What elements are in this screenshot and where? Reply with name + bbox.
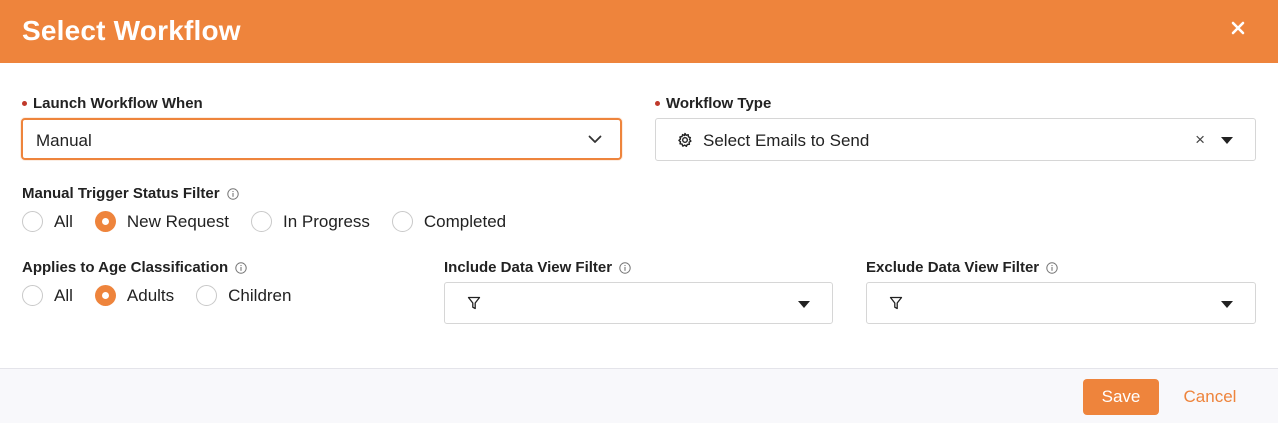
close-button[interactable]: [1226, 16, 1250, 40]
workflow-type-label-text: Workflow Type: [666, 95, 772, 112]
clear-selection-button[interactable]: ×: [1195, 130, 1205, 150]
radio-button[interactable]: [94, 211, 116, 232]
info-icon: [619, 261, 631, 274]
workflow-type-value: Select Emails to Send: [703, 131, 870, 150]
close-icon: [1231, 21, 1245, 35]
radio-label: Adults: [126, 285, 175, 305]
radio-button[interactable]: [22, 285, 43, 306]
age-radio-children[interactable]: Children: [196, 285, 291, 306]
radio-button[interactable]: [22, 211, 43, 232]
dialog-footer: Save Cancel: [0, 368, 1278, 423]
caret-down-icon[interactable]: [1221, 137, 1233, 144]
dialog-title: Select Workflow: [22, 15, 241, 46]
chevron-down-icon: [588, 135, 602, 143]
workflow-type-label: Workflow Type: [655, 95, 771, 112]
launch-label: Launch Workflow When: [22, 95, 203, 112]
include-filter-label-text: Include Data View Filter: [444, 259, 613, 276]
info-icon: [1046, 261, 1058, 274]
exclude-filter-select[interactable]: [866, 282, 1256, 324]
radio-button[interactable]: [250, 211, 272, 232]
filter-icon: [467, 296, 481, 310]
info-icon: [235, 261, 247, 274]
age-classification-label: Applies to Age Classification: [22, 259, 247, 276]
launch-select[interactable]: Manual: [21, 118, 622, 160]
exclude-filter-label: Exclude Data View Filter: [866, 259, 1058, 276]
info-icon: [226, 187, 239, 200]
radio-label: New Request: [126, 211, 229, 231]
radio-label: All: [54, 285, 73, 305]
radio-label: Children: [228, 285, 292, 305]
radio-label: All: [54, 211, 73, 231]
required-indicator: [22, 101, 27, 106]
workflow-type-select[interactable]: Select Emails to Send ×: [655, 118, 1256, 161]
launch-label-text: Launch Workflow When: [33, 95, 203, 112]
dialog-header: Select Workflow: [0, 0, 1278, 63]
caret-down-icon: [798, 301, 810, 308]
status-filter-radio-group: All New Request In Progress Completed: [22, 211, 528, 232]
age-radio-all[interactable]: All: [22, 285, 73, 306]
radio-label: Completed: [423, 211, 507, 231]
status-radio-completed[interactable]: Completed: [391, 211, 507, 232]
radio-button[interactable]: [196, 285, 218, 306]
launch-select-value: Manual: [36, 131, 92, 150]
gear-icon: [678, 132, 692, 147]
include-filter-select[interactable]: [444, 282, 833, 324]
status-filter-label: Manual Trigger Status Filter: [22, 185, 239, 202]
status-filter-label-text: Manual Trigger Status Filter: [22, 185, 220, 202]
filter-icon: [889, 296, 903, 310]
radio-button[interactable]: [391, 211, 413, 232]
required-indicator: [655, 101, 660, 106]
caret-down-icon: [1221, 301, 1233, 308]
include-filter-label: Include Data View Filter: [444, 259, 631, 276]
cancel-button[interactable]: Cancel: [1172, 379, 1248, 415]
age-classification-label-text: Applies to Age Classification: [22, 259, 229, 276]
radio-label: In Progress: [282, 211, 370, 231]
radio-button[interactable]: [94, 285, 116, 306]
age-classification-radio-group: All Adults Children: [22, 285, 313, 306]
status-radio-new-request[interactable]: New Request: [94, 211, 229, 232]
status-radio-in-progress[interactable]: In Progress: [250, 211, 370, 232]
exclude-filter-label-text: Exclude Data View Filter: [866, 259, 1040, 276]
save-button[interactable]: Save: [1083, 379, 1159, 415]
age-radio-adults[interactable]: Adults: [94, 285, 175, 306]
status-radio-all[interactable]: All: [22, 211, 73, 232]
